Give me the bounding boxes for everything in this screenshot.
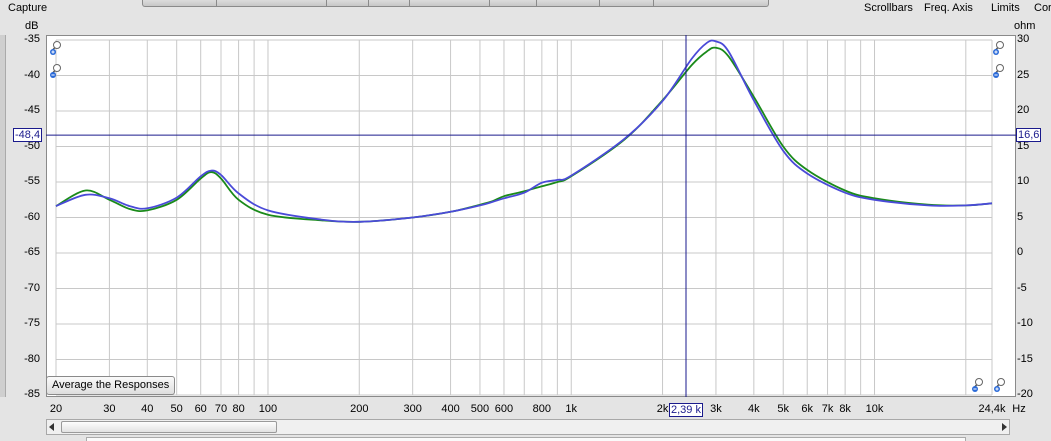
tab-separator: [489, 0, 490, 6]
right-axis-tick-label: 20: [1017, 104, 1030, 116]
left-axis-tick-label: -75: [24, 317, 40, 329]
x-axis-tick-label: 400: [441, 403, 460, 415]
left-axis-tick-label: -55: [24, 175, 40, 187]
x-axis-tick-label: 10k: [865, 403, 884, 415]
right-axis-tick-label: -15: [1017, 352, 1033, 365]
right-axis-tick-label: -20: [1017, 388, 1033, 400]
x-axis-tick-label: 300: [403, 403, 422, 415]
x-axis-tick-label: 70: [214, 403, 228, 415]
response-chart[interactable]: [46, 35, 1016, 397]
left-axis-unit: dB: [25, 20, 39, 32]
right-axis-tick-label: -10: [1017, 317, 1033, 329]
menu-scrollbars[interactable]: Scrollbars: [864, 2, 913, 14]
scroll-right-arrow-icon[interactable]: [1002, 423, 1007, 431]
left-axis-tick-label: -70: [24, 281, 40, 294]
left-axis-tick-label: -35: [24, 33, 40, 45]
x-axis-tick-label: 200: [350, 403, 369, 415]
x-axis-tick-label: 3k: [710, 403, 722, 415]
right-axis-tick-label: 10: [1017, 175, 1030, 187]
x-axis-tick-label: 80: [232, 403, 245, 415]
x-axis-tick-label: 800: [532, 403, 552, 415]
left-panel-edge: [0, 35, 6, 397]
menu-freq-axis[interactable]: Freq. Axis: [924, 2, 973, 14]
x-axis-tick-label: 4k: [748, 403, 760, 415]
cursor-db-readout: -48,4: [13, 128, 43, 143]
zoom-in-icon[interactable]: [49, 40, 63, 56]
tab-separator: [653, 0, 654, 6]
x-zoom-out-icon[interactable]: [971, 377, 985, 393]
average-responses-button[interactable]: Average the Responses: [46, 376, 176, 395]
right-axis-tick-label: 30: [1017, 33, 1030, 45]
right-axis-tick-label: 25: [1017, 68, 1030, 81]
x-axis-tick-label: 20: [49, 403, 63, 415]
x-axis-tick-label: 2k: [656, 403, 669, 415]
right-axis-unit: ohm: [1014, 20, 1036, 32]
left-axis-tick-label: -60: [24, 210, 40, 223]
x-axis-tick-label: 500: [470, 403, 490, 415]
x-axis-tick-label: 5k: [777, 403, 790, 415]
left-axis-tick-label: -80: [24, 352, 40, 365]
x-axis-tick-label: 30: [103, 403, 116, 415]
tab-separator: [216, 0, 217, 6]
x-axis-tick-label: 1k: [565, 403, 578, 415]
cursor-ohm-readout: 16,6: [1016, 128, 1042, 143]
x-axis-tick-label: 40: [141, 403, 154, 415]
right-zoom-in-icon[interactable]: [992, 40, 1006, 56]
tab-separator: [326, 0, 327, 6]
toolbar-tab-strip[interactable]: [142, 0, 769, 7]
plot-area[interactable]: [46, 35, 1016, 397]
cursor-frequency-readout: 2,39 k: [669, 403, 703, 417]
scroll-left-arrow-icon[interactable]: [49, 423, 54, 431]
tab-separator: [599, 0, 600, 6]
left-axis-tick-label: -45: [24, 104, 40, 116]
x-axis-tick-label: 8k: [839, 403, 851, 415]
top-bar: Capture Scrollbars Freq. Axis Limits Cor: [0, 0, 1051, 18]
x-axis-unit: Hz: [1012, 403, 1026, 415]
left-axis-tick-label: -40: [24, 68, 40, 81]
zoom-out-icon[interactable]: [49, 63, 63, 79]
x-axis-tick-label: 24,4k: [978, 403, 1006, 415]
tab-separator: [536, 0, 537, 6]
tab-separator: [368, 0, 369, 6]
right-axis-tick-label: 5: [1017, 210, 1024, 223]
x-axis-tick-label: 7k: [821, 403, 834, 415]
capture-label[interactable]: Capture: [8, 2, 47, 14]
scrollbar-thumb[interactable]: [61, 421, 277, 433]
menu-limits[interactable]: Limits: [991, 2, 1020, 14]
menu-controls[interactable]: Cor: [1034, 2, 1051, 14]
x-axis-tick-label: 60: [194, 403, 207, 415]
x-axis-tick-label: 6k: [801, 403, 814, 415]
plot-background: [46, 35, 1016, 397]
right-axis-tick-label: -5: [1017, 281, 1027, 294]
bottom-panel-edge: [86, 437, 966, 441]
x-zoom-in-icon[interactable]: [993, 377, 1007, 393]
tab-separator: [409, 0, 410, 6]
left-axis-tick-label: -65: [24, 246, 40, 258]
horizontal-scrollbar[interactable]: [46, 419, 1010, 435]
right-zoom-out-icon[interactable]: [992, 63, 1006, 79]
x-axis-tick-label: 100: [258, 403, 278, 415]
x-axis-tick-label: 50: [170, 403, 183, 415]
right-axis-tick-label: 0: [1017, 246, 1024, 258]
x-axis-tick-label: 600: [494, 403, 514, 415]
left-axis-tick-label: -85: [24, 388, 40, 400]
